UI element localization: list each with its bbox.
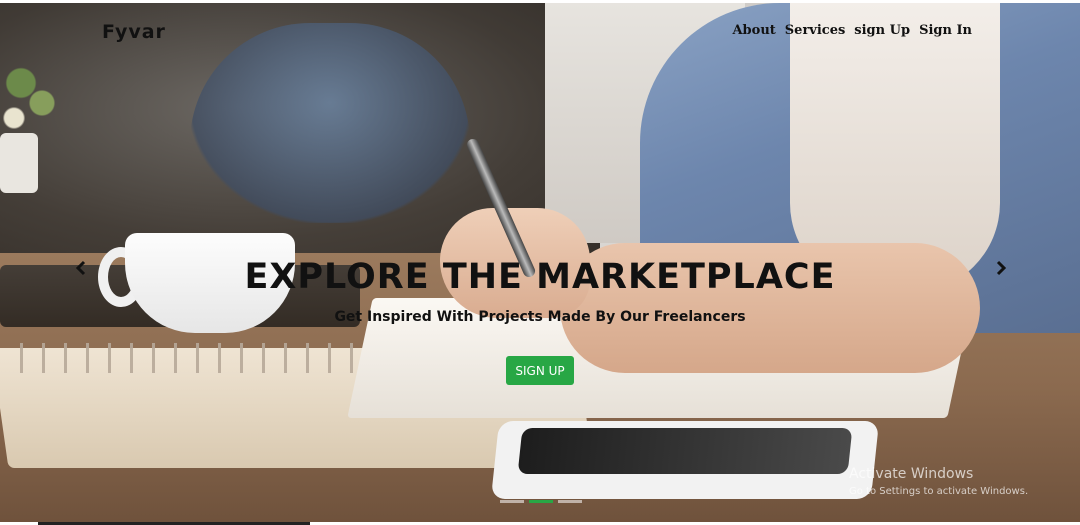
carousel-caption: EXPLORE THE MARKETPLACE Get Inspired Wit…: [0, 253, 1080, 325]
sign-up-button[interactable]: SIGN UP: [506, 356, 574, 385]
nav-link-sign-in[interactable]: Sign In: [919, 23, 972, 38]
watermark-title: Activate Windows: [849, 466, 974, 482]
nav-link-about[interactable]: About: [732, 23, 775, 38]
nav-links: About Services sign Up Sign In: [732, 23, 972, 38]
hero-carousel: Fyvar About Services sign Up Sign In EXP…: [0, 3, 1080, 522]
smartphone-screen: [517, 428, 853, 474]
carousel-indicators: [500, 500, 582, 503]
carousel-indicator[interactable]: [558, 500, 582, 503]
brand-logo[interactable]: Fyvar: [102, 21, 166, 43]
hero-subheadline: Get Inspired With Projects Made By Our F…: [334, 309, 746, 325]
nav-link-services[interactable]: Services: [785, 23, 846, 38]
carousel-indicator[interactable]: [500, 500, 524, 503]
nav-link-sign-up[interactable]: sign Up: [854, 23, 910, 38]
windows-activation-watermark: Activate Windows Go to Settings to activ…: [849, 466, 1028, 497]
navbar: Fyvar About Services sign Up Sign In: [0, 3, 1080, 63]
watermark-subtitle: Go to Settings to activate Windows.: [849, 486, 1029, 497]
hero-headline: EXPLORE THE MARKETPLACE: [244, 257, 836, 297]
notebook-rings: [10, 343, 400, 373]
carousel-indicator-active[interactable]: [529, 500, 553, 503]
vase: [0, 133, 38, 193]
